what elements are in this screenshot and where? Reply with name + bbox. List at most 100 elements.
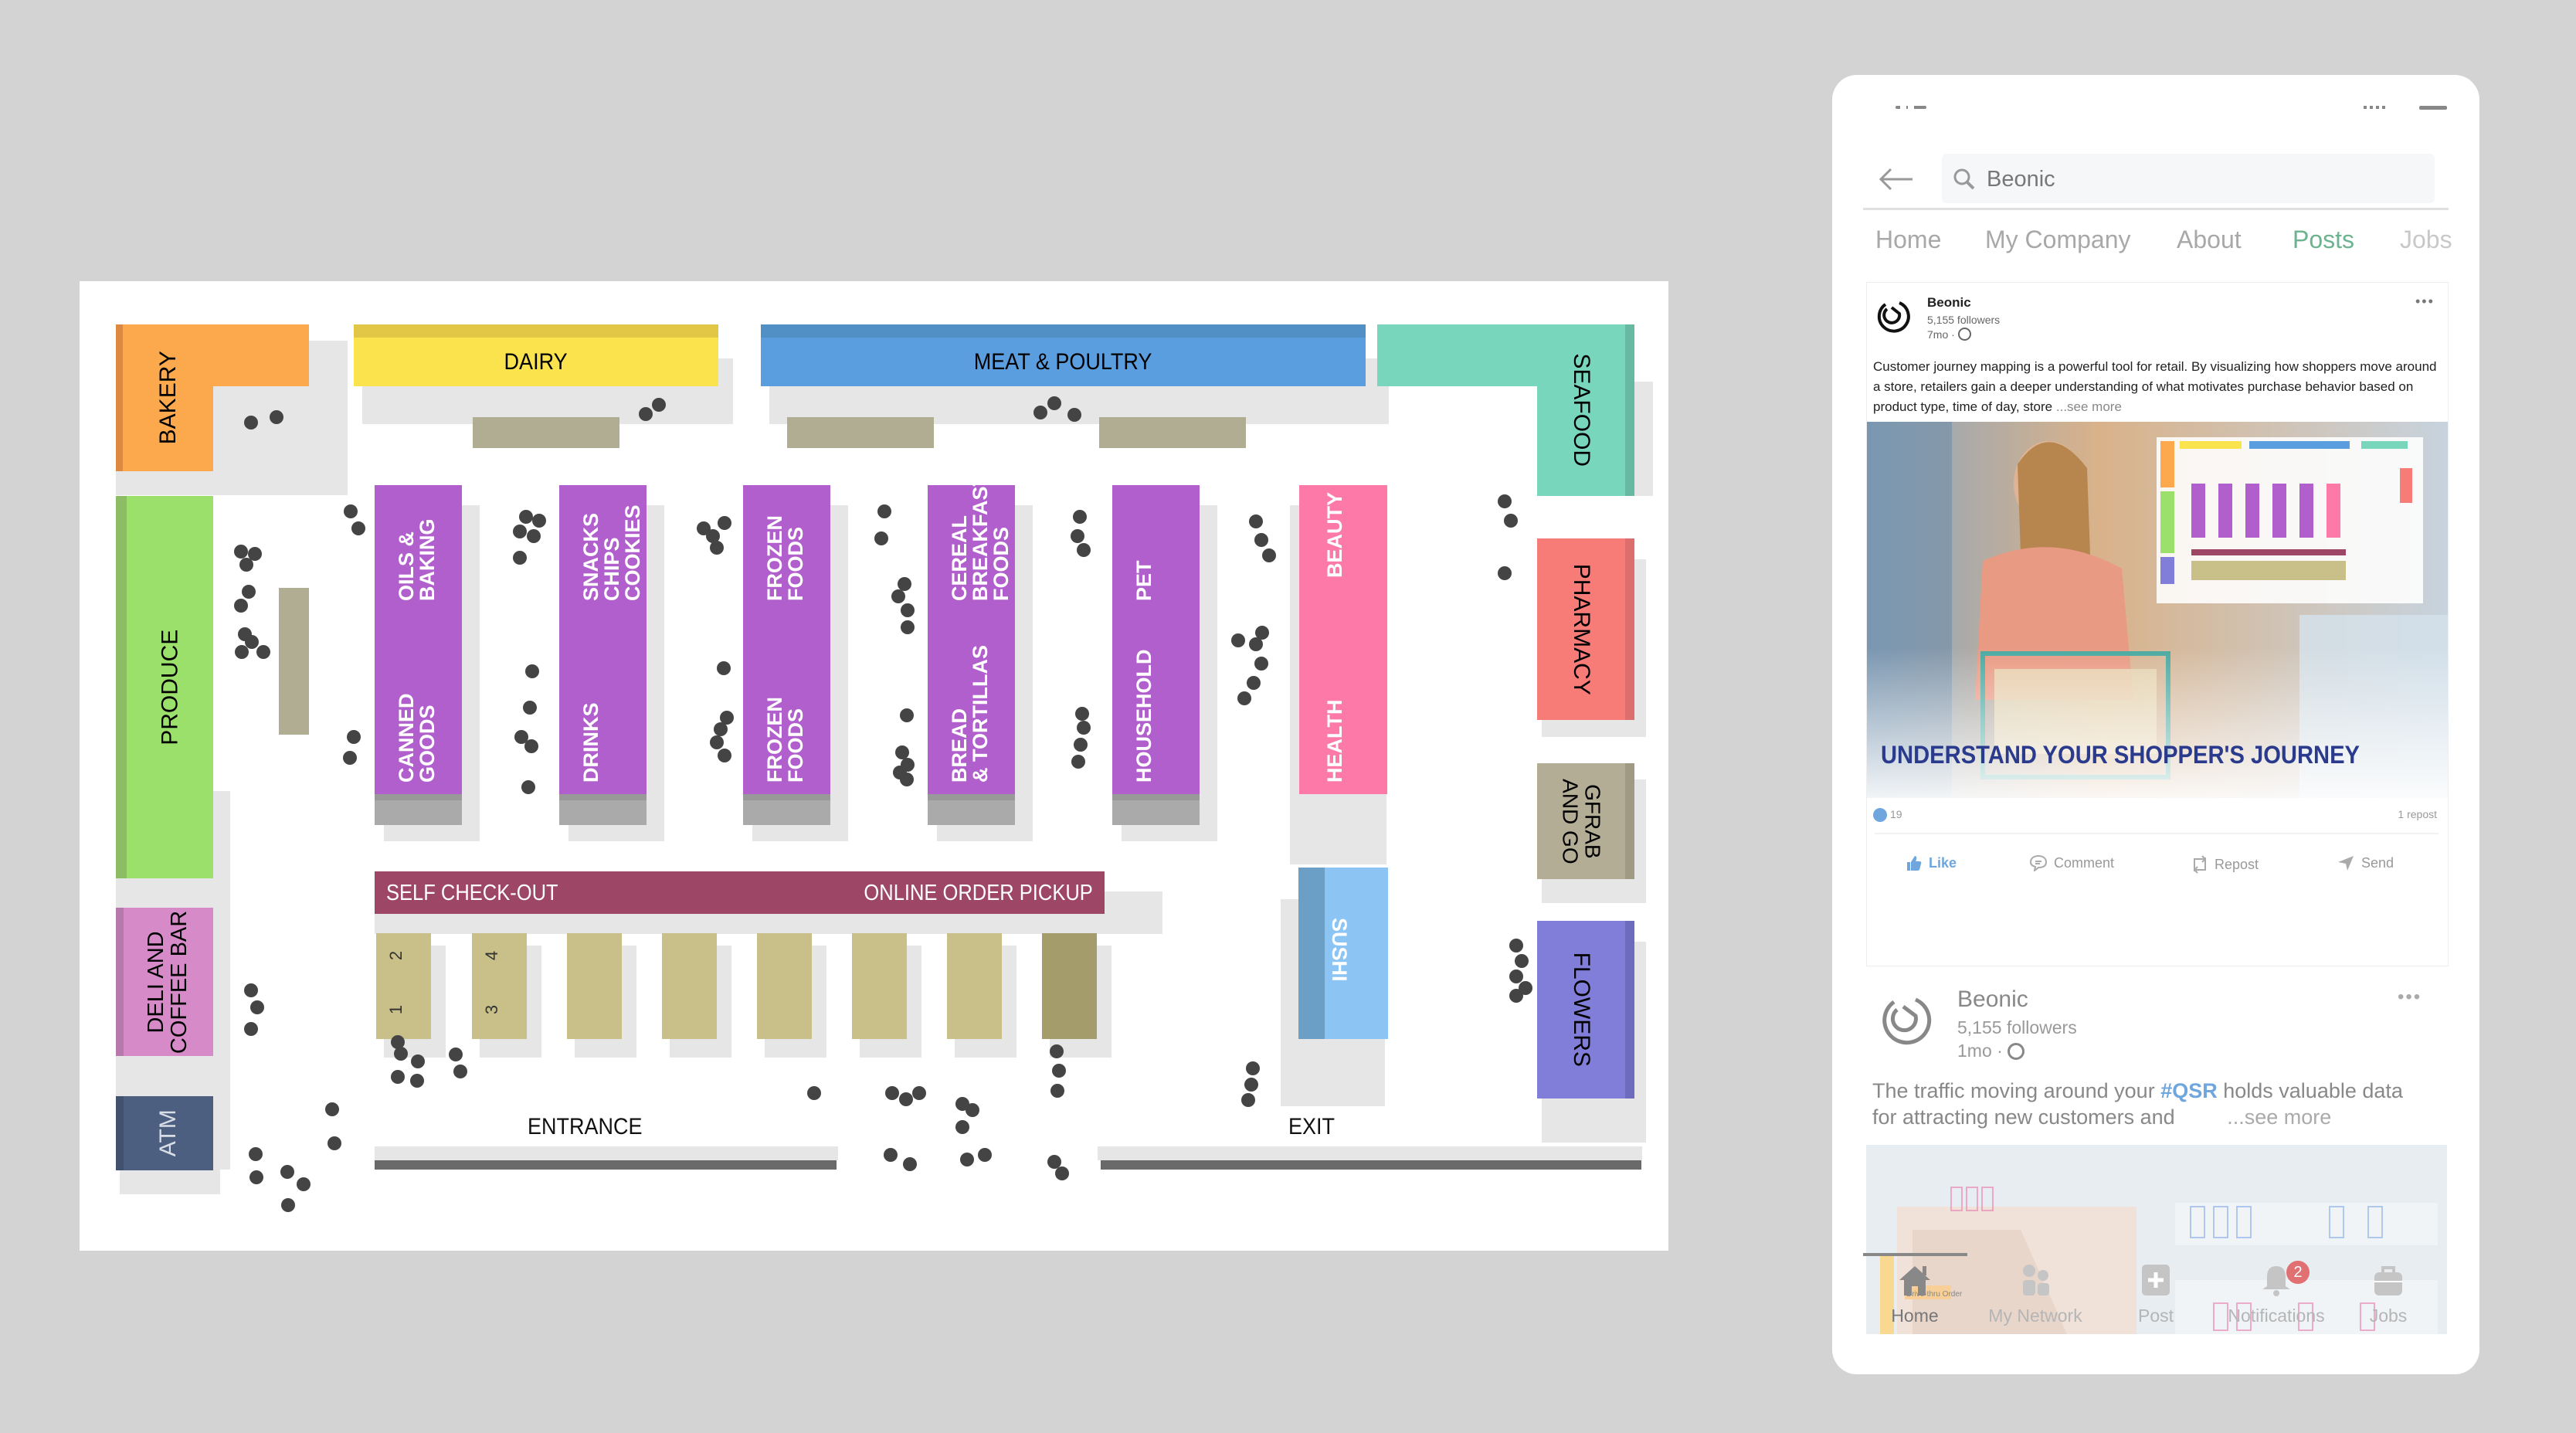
shopper-dot (1047, 396, 1061, 410)
more-options-icon[interactable]: ••• (2398, 986, 2422, 1008)
shopper-dot (960, 1153, 974, 1166)
shopper-dot (652, 398, 666, 412)
display-table (473, 417, 619, 448)
shopper-dot (344, 504, 358, 518)
shopper-dot (280, 1165, 294, 1179)
beonic-logo-icon[interactable] (1880, 993, 1934, 1047)
company-tabs: Home My Company About Posts Jobs (1832, 226, 2479, 269)
shopper-dot (1262, 548, 1276, 562)
shopper-dot (717, 661, 731, 675)
shopper-dot (347, 730, 361, 744)
shopper-dot (1249, 514, 1263, 528)
produce-table (279, 588, 309, 735)
dept-produce: PRODUCE (116, 496, 213, 878)
search-input[interactable] (1985, 161, 2374, 197)
shopper-dot (343, 751, 357, 765)
shopper-dot (1077, 721, 1091, 735)
shopper-dot (1075, 707, 1089, 721)
tab-home[interactable]: Home (1875, 226, 1941, 254)
aisle-label-top: SNACKS CHIPS COOKIES (579, 504, 644, 601)
repost-button[interactable]: Repost (2191, 854, 2259, 874)
shopper-dot (807, 1086, 821, 1100)
follower-count: 5,155 followers (1927, 314, 2001, 326)
shopper-dot (249, 1147, 263, 1161)
battery-icon (2419, 106, 2447, 110)
shopper-dot (891, 589, 905, 603)
tab-about[interactable]: About (2177, 226, 2242, 254)
see-more-link[interactable]: ...see more (2181, 1105, 2331, 1129)
like-button[interactable]: Like (1906, 854, 1957, 871)
dept-health: HEALTH (1323, 699, 1346, 783)
shopper-dot (519, 510, 533, 524)
shopper-dot (1237, 691, 1251, 705)
shopper-dot (1055, 1166, 1069, 1180)
aisle-endcap (928, 794, 1015, 825)
like-count[interactable]: 19 (1890, 808, 1902, 820)
tab-my-company[interactable]: My Company (1985, 226, 2131, 254)
shopper-dot (1244, 1078, 1258, 1092)
dept-sushi: SUSHI (1298, 868, 1388, 1039)
more-options-icon[interactable]: ••• (2415, 294, 2435, 310)
entrance-door (375, 1160, 837, 1170)
shopper-dot (1498, 494, 1512, 508)
aisle-label-bottom: BREAD & TORTILLAS (948, 645, 992, 783)
repost-count[interactable]: 1 repost (2398, 808, 2437, 820)
shopper-dot (521, 780, 535, 794)
shopper-dot (513, 551, 527, 565)
aisle-label-bottom: HOUSEHOLD (1132, 649, 1156, 783)
dept-deli-coffee-bar: DELI AND COFFEE BAR (116, 908, 213, 1056)
comment-button[interactable]: Comment (2029, 854, 2114, 871)
see-more-link[interactable]: ...see more (2056, 399, 2122, 414)
shopper-dot (239, 558, 253, 572)
shopper-dot (250, 1000, 264, 1014)
entrance-label: ENTRANCE (528, 1114, 643, 1139)
post-age: 7mo · (1927, 328, 1971, 341)
exit-label: EXIT (1288, 1114, 1336, 1139)
checkout-lane (852, 933, 907, 1039)
shopper-dot (714, 722, 728, 736)
dept-dairy: DAIRY (354, 324, 718, 386)
aisle-endcap (559, 794, 647, 825)
shopper-dot (1249, 637, 1263, 651)
company-name[interactable]: Beonic (1927, 295, 1971, 311)
shopper-dot (1033, 406, 1047, 419)
shopper-dot (1077, 543, 1091, 557)
shopper-dot (525, 664, 539, 678)
post-body: The traffic moving around your #QSR hold… (1872, 1079, 2403, 1129)
shopper-dot (1067, 408, 1081, 422)
shopper-dot (978, 1148, 992, 1162)
lane-number: 2 (386, 950, 406, 961)
hashtag-link[interactable]: #QSR (2160, 1079, 2218, 1102)
tab-posts[interactable]: Posts (2293, 226, 2354, 254)
aisle-label-top: PET (1132, 560, 1156, 601)
shopper-dot (297, 1177, 311, 1191)
company-name[interactable]: Beonic (1957, 986, 2028, 1013)
back-arrow-icon[interactable] (1879, 168, 1914, 191)
nav-home[interactable]: Home (1857, 1261, 1973, 1326)
aisle-endcap (743, 794, 830, 825)
shopper-dot (527, 529, 541, 543)
aisle: CEREAL BREAKFAST FOODS BREAD & TORTILLAS (928, 474, 1015, 794)
post-image[interactable]: UNDERSTAND YOUR SHOPPER'S JOURNEY (1867, 422, 2448, 798)
beonic-logo-icon[interactable] (1876, 298, 1912, 334)
checkout-lane (662, 933, 717, 1039)
aisle-endcap (1112, 794, 1200, 825)
shopper-dot (244, 983, 258, 997)
nav-my-network[interactable]: My Network (1977, 1261, 2093, 1326)
tab-jobs[interactable]: Jobs (2400, 226, 2452, 254)
shopper-dot (523, 701, 537, 715)
shopper-dot (242, 585, 256, 599)
shopper-dot (710, 541, 724, 555)
search-box[interactable] (1942, 154, 2435, 203)
shopper-dot (1074, 738, 1088, 752)
shopper-dot (1071, 529, 1084, 543)
shopper-dot (899, 1092, 913, 1106)
aisle-label-top: FROZEN FOODS (763, 515, 807, 601)
aisle: OILS & BAKING CANNED GOODS (375, 485, 462, 794)
comment-icon (2029, 854, 2048, 871)
nav-notifications[interactable]: 2 Notifications (2218, 1261, 2334, 1326)
shopper-dot (449, 1048, 463, 1061)
nav-post[interactable]: Post (2098, 1261, 2214, 1326)
send-button[interactable]: Send (2337, 854, 2394, 871)
nav-jobs[interactable]: Jobs (2342, 1261, 2435, 1326)
